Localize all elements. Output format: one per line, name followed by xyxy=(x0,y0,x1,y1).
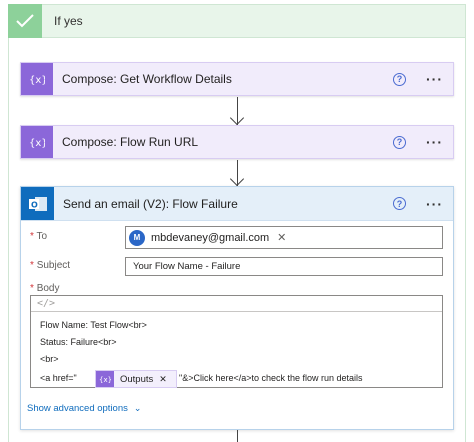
send-email-card: O Send an email (V2): Flow Failure ? ···… xyxy=(20,186,454,430)
subject-field[interactable]: Your Flow Name - Failure xyxy=(125,257,443,276)
body-line: <a href=" xyxy=(40,373,77,383)
branch-label: If yes xyxy=(54,14,83,28)
body-line: Flow Name: Test Flow<br> xyxy=(40,320,147,330)
recipient-email: mbdevaney@gmail.com xyxy=(151,231,270,244)
body-line: <br> xyxy=(40,354,59,364)
more-options-icon[interactable]: ··· xyxy=(426,71,443,87)
svg-text:{x}: {x} xyxy=(29,138,45,149)
arrow-down-icon xyxy=(229,110,245,126)
recipient-chip: M mbdevaney@gmail.com ✕ xyxy=(129,228,286,247)
more-options-icon[interactable]: ··· xyxy=(426,134,443,150)
compose-icon: {x} xyxy=(21,126,53,158)
chevron-down-icon: ⌄ xyxy=(133,403,142,413)
body-label: * Body xyxy=(30,283,60,294)
body-field[interactable]: </> Flow Name: Test Flow<br> Status: Fai… xyxy=(30,295,443,388)
compose-icon: {x} xyxy=(96,371,114,387)
to-label: * To xyxy=(30,231,48,242)
body-line: Status: Failure<br> xyxy=(40,337,117,347)
compose-flow-run-url-card[interactable]: {x} Compose: Flow Run URL ? ··· xyxy=(20,125,454,159)
outputs-token[interactable]: {x} Outputs ✕ xyxy=(95,370,177,388)
more-options-icon[interactable]: ··· xyxy=(426,196,443,212)
compose-icon: {x} xyxy=(21,63,53,95)
outlook-icon: O xyxy=(21,187,54,220)
send-email-header[interactable]: O Send an email (V2): Flow Failure ? ··· xyxy=(21,187,453,221)
card-title: Send an email (V2): Flow Failure xyxy=(63,196,238,211)
check-icon xyxy=(8,4,42,38)
branch-border-left xyxy=(8,38,9,442)
advanced-options-label: Show advanced options xyxy=(27,403,128,414)
body-line: "&>Click here</a>to check the flow run d… xyxy=(179,373,363,383)
token-label: Outputs xyxy=(120,373,154,385)
help-icon[interactable]: ? xyxy=(393,197,406,210)
show-advanced-options-link[interactable]: Show advanced options ⌄ xyxy=(27,403,141,414)
card-title: Compose: Get Workflow Details xyxy=(62,72,232,86)
help-icon[interactable]: ? xyxy=(393,72,406,86)
svg-text:O: O xyxy=(31,200,38,209)
remove-token-icon[interactable]: ✕ xyxy=(159,374,167,385)
card-title: Compose: Flow Run URL xyxy=(62,135,199,149)
remove-recipient-icon[interactable]: ✕ xyxy=(277,231,286,244)
subject-label: * Subject xyxy=(30,260,71,271)
avatar: M xyxy=(129,229,145,246)
connector-line xyxy=(237,430,238,442)
to-field[interactable]: M mbdevaney@gmail.com ✕ xyxy=(125,226,443,249)
branch-border-right xyxy=(465,38,466,442)
condition-branch-header[interactable]: If yes xyxy=(8,4,466,38)
help-icon[interactable]: ? xyxy=(393,135,406,149)
svg-text:{x}: {x} xyxy=(99,376,111,384)
arrow-down-icon xyxy=(229,171,245,187)
svg-text:{x}: {x} xyxy=(29,75,45,86)
code-view-icon[interactable]: </> xyxy=(31,296,442,312)
compose-workflow-details-card[interactable]: {x} Compose: Get Workflow Details ? ··· xyxy=(20,62,454,96)
